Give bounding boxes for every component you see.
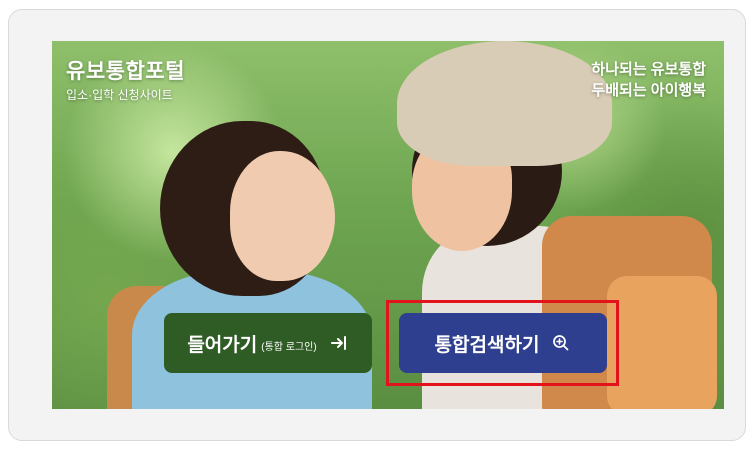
site-title: 유보통합포털: [66, 60, 185, 83]
hero-photo-girl-face: [230, 151, 335, 281]
site-subtitle: 입소·입학 신청사이트: [66, 88, 173, 102]
hero-photo-boy-backpack-pocket: [607, 276, 717, 409]
search-button-highlight: [386, 300, 619, 386]
enter-button-note: (통합 로그인): [261, 341, 317, 353]
enter-button-label: 들어가기: [187, 334, 258, 356]
hero-photo-boy-hat: [397, 41, 612, 166]
slogan-line-2: 두배되는 아이행복: [591, 82, 706, 99]
slogan: 하나되는 유보통합 두배되는 아이행복: [591, 59, 706, 101]
slogan-line-1: 하나되는 유보통합: [591, 61, 706, 78]
enter-button[interactable]: 들어가기 (통합 로그인): [164, 313, 372, 373]
login-arrow-icon: [329, 333, 349, 353]
